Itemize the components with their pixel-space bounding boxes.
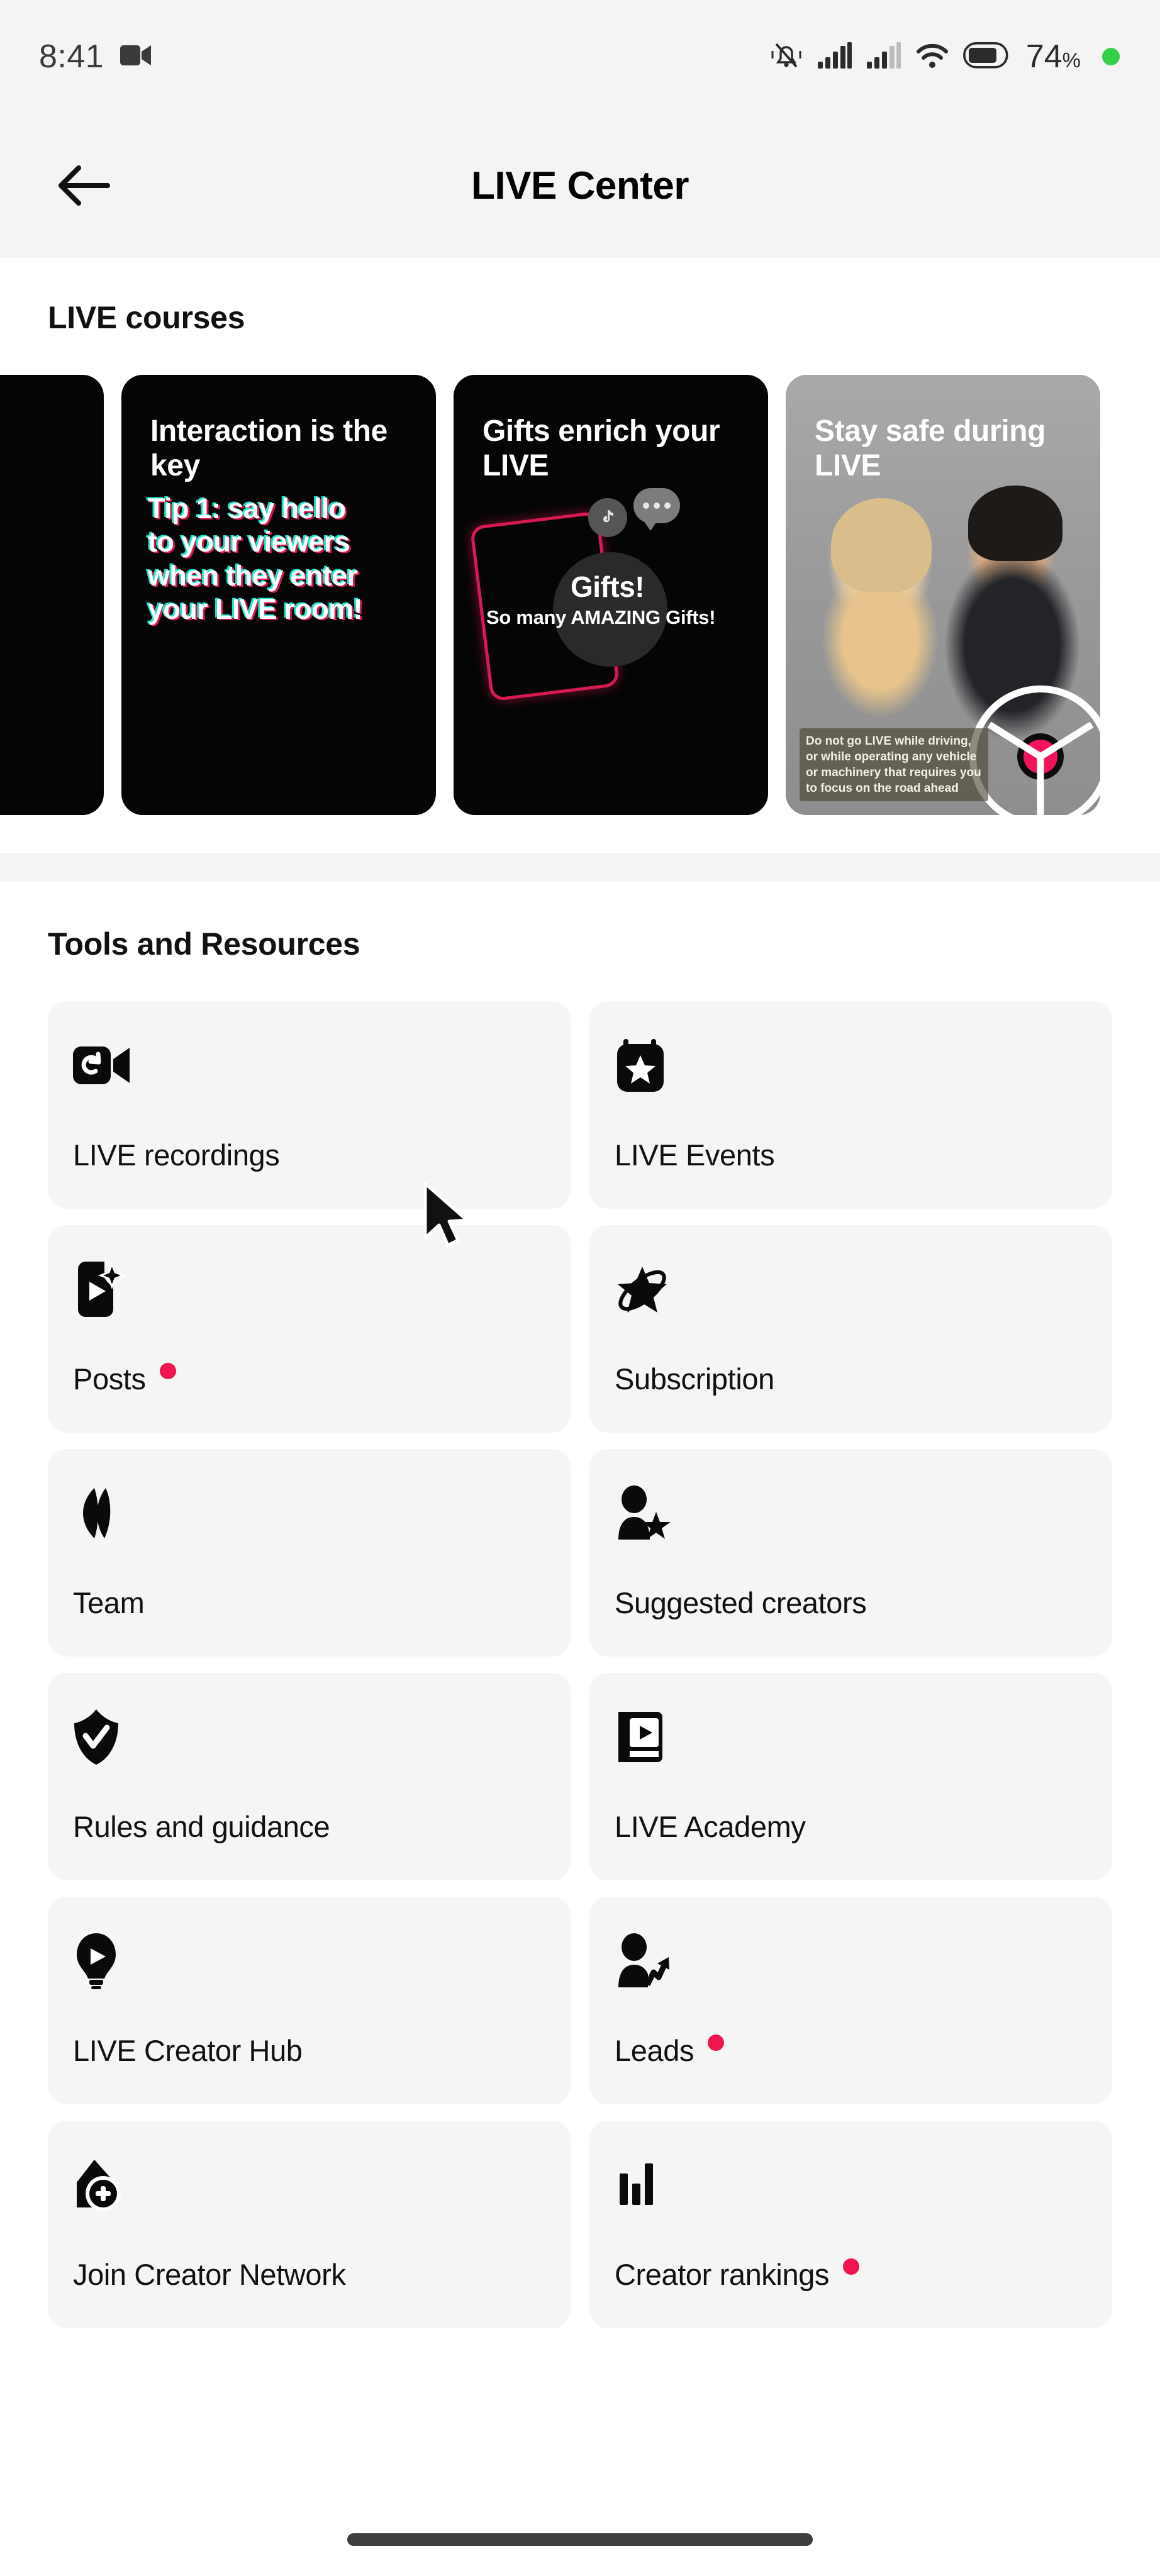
- tool-label: LIVE Creator Hub: [73, 2034, 303, 2067]
- tool-tile-suggested-creators[interactable]: Suggested creators: [589, 1449, 1112, 1657]
- tool-tile-live-academy[interactable]: LIVE Academy: [589, 1673, 1112, 1880]
- cellular-signal-icon: [817, 42, 852, 72]
- video-replay-icon: [73, 1036, 131, 1094]
- course-tip-line: your LIVE room!: [148, 592, 363, 625]
- tool-label: Rules and guidance: [73, 1810, 330, 1843]
- tool-tile-creator-rankings[interactable]: Creator rankings: [589, 2121, 1112, 2328]
- tool-label-row: LIVE Academy: [615, 1809, 1083, 1880]
- course-card-3-title: Gifts enrich your LIVE: [482, 414, 720, 483]
- person-trend-icon: [615, 1932, 672, 1990]
- house-plus-icon: [73, 2156, 131, 2214]
- live-courses-title: LIVE courses: [48, 300, 245, 335]
- battery-percent: 74%: [1025, 38, 1081, 75]
- bulb-play-icon: [73, 1932, 131, 1990]
- home-indicator[interactable]: [347, 2533, 813, 2546]
- back-arrow-icon: [59, 165, 110, 206]
- tool-label-row: LIVE recordings: [73, 1138, 542, 1209]
- tool-label-row: Join Creator Network: [73, 2257, 542, 2328]
- tools-grid: LIVE recordings LIVE Events Posts Subscr…: [0, 1001, 1160, 2328]
- tool-label: LIVE Academy: [615, 1810, 806, 1843]
- live-courses-carousel[interactable]: n down on first time start go Interactio…: [0, 375, 1160, 815]
- status-bar: 8:41 74%: [0, 0, 1160, 113]
- bar-chart-icon: [615, 2156, 672, 2214]
- app-header: LIVE Center: [0, 113, 1160, 258]
- cellular-signal-2-icon: [866, 42, 901, 72]
- tool-tile-live-creator-hub[interactable]: LIVE Creator Hub: [48, 1897, 571, 2104]
- course-card-3-overlay-word: Gifts!: [571, 570, 645, 603]
- tool-tile-join-creator-network[interactable]: Join Creator Network: [48, 2121, 571, 2328]
- status-badge: [843, 2258, 860, 2275]
- phone-screen: 8:41 74% LIVE Center LIVE courses Intera…: [0, 0, 1160, 2576]
- status-bar-left: 8:41: [39, 38, 152, 75]
- tool-label-row: LIVE Creator Hub: [73, 2033, 542, 2104]
- tools-and-resources-section: Tools and Resources LIVE recordings LIVE…: [0, 882, 1160, 2328]
- course-card-interaction[interactable]: Interaction is the key Tip 1: say hello …: [121, 375, 436, 815]
- tool-label-row: Team: [73, 1585, 542, 1657]
- recording-indicator-dot: [1102, 48, 1120, 65]
- section-divider: [0, 853, 1160, 882]
- course-card-2-title: Interaction is the key: [150, 414, 388, 483]
- tool-label: Team: [73, 1586, 145, 1619]
- course-card-3-overlay-sub: So many AMAZING Gifts!: [486, 606, 716, 628]
- creator-hair-left: [831, 498, 932, 592]
- tool-tile-leads[interactable]: Leads: [589, 1897, 1112, 2104]
- status-bar-right: 74%: [769, 38, 1120, 75]
- tool-tile-posts[interactable]: Posts: [48, 1225, 571, 1433]
- tools-section-title: Tools and Resources: [48, 926, 360, 962]
- tool-tile-live-recordings[interactable]: LIVE recordings: [48, 1001, 571, 1209]
- tool-tile-team[interactable]: Team: [48, 1449, 571, 1657]
- tool-label: Suggested creators: [615, 1586, 867, 1619]
- tool-tile-live-events[interactable]: LIVE Events: [589, 1001, 1112, 1209]
- tool-label: Join Creator Network: [73, 2258, 346, 2291]
- page-title: LIVE Center: [471, 164, 689, 208]
- tool-tile-rules-and-guidance[interactable]: Rules and guidance: [48, 1673, 571, 1880]
- status-badge: [708, 2034, 725, 2051]
- course-card-safety[interactable]: Stay safe during LIVE Do not go LIVE whi…: [786, 375, 1100, 815]
- course-card-4-title: Stay safe during LIVE: [815, 414, 1046, 483]
- shield-check-icon: [73, 1708, 131, 1766]
- person-star-icon: [615, 1484, 672, 1542]
- tool-label-row: Rules and guidance: [73, 1809, 542, 1880]
- course-card-gifts[interactable]: Gifts enrich your LIVE Gifts! So many AM…: [454, 375, 768, 815]
- battery-icon: [962, 42, 1008, 72]
- tool-label-row: Creator rankings: [615, 2257, 1083, 2328]
- status-time: 8:41: [39, 38, 104, 75]
- course-tip-line: when they enter: [148, 559, 358, 592]
- course-card-2-tips: Tip 1: say hello to your viewers when th…: [121, 483, 436, 625]
- video-camera-icon: [120, 44, 152, 70]
- star-orbit-icon: [615, 1260, 672, 1318]
- post-sparkle-icon: [73, 1260, 131, 1318]
- live-courses-section: LIVE courses n down on first time start …: [0, 258, 1160, 815]
- tool-label-row: Subscription: [615, 1362, 1083, 1433]
- tool-label-row: Posts: [73, 1362, 542, 1433]
- course-tip-line: Tip 1: say hello: [148, 492, 346, 525]
- course-card-4-caption: Do not go LIVE while driving, or while o…: [800, 728, 988, 801]
- tiktok-note-icon: [588, 498, 627, 537]
- tool-label: Leads: [615, 2034, 694, 2067]
- tool-label-row: Leads: [615, 2033, 1083, 2104]
- tool-label-row: LIVE Events: [615, 1138, 1083, 1209]
- creator-hair-right: [968, 486, 1062, 561]
- silent-mode-icon: [769, 38, 803, 75]
- tool-label: LIVE recordings: [73, 1138, 280, 1172]
- comment-bubble-icon: [633, 488, 680, 531]
- course-tip-line: to your viewers: [148, 526, 350, 558]
- book-play-icon: [615, 1708, 672, 1766]
- tool-label: Subscription: [615, 1362, 774, 1396]
- tool-tile-subscription[interactable]: Subscription: [589, 1225, 1112, 1433]
- team-petals-icon: [73, 1484, 131, 1542]
- wifi-icon: [915, 42, 949, 72]
- course-card-getting-started[interactable]: n down on first time start go: [0, 375, 104, 815]
- tool-label-row: Suggested creators: [615, 1585, 1083, 1657]
- tool-label: Creator rankings: [615, 2258, 830, 2291]
- status-badge: [159, 1362, 176, 1379]
- tool-label: Posts: [73, 1362, 146, 1396]
- back-button[interactable]: [49, 151, 118, 220]
- tool-label: LIVE Events: [615, 1138, 775, 1172]
- calendar-star-icon: [615, 1036, 672, 1094]
